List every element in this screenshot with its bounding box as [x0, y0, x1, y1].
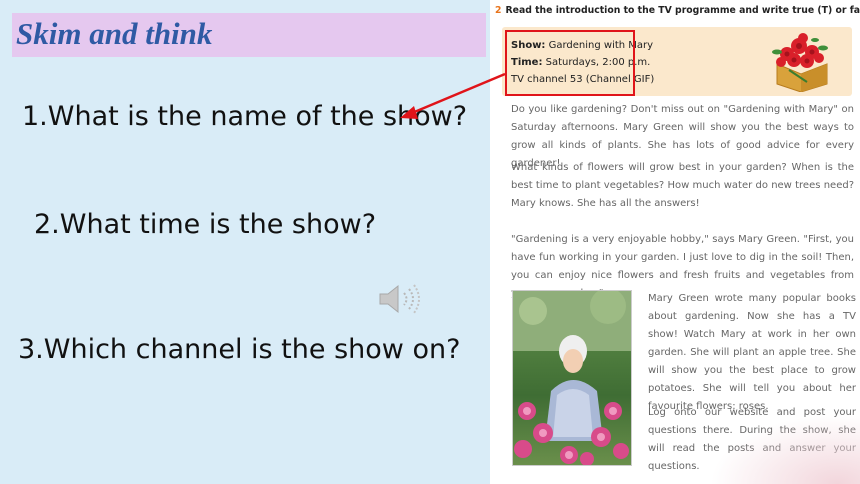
question-2: 2.What time is the show? [34, 209, 377, 240]
instruction-text: Read the introduction to the TV programm… [505, 5, 860, 16]
speaker-icon[interactable] [378, 282, 424, 316]
question-3: 3.Which channel is the show on? [18, 334, 461, 365]
flower-basket-image [772, 33, 828, 92]
gardener-photo [512, 290, 632, 466]
corner-decoration [710, 414, 860, 484]
exercise-number: 2 [495, 5, 502, 16]
highlight-box [505, 30, 635, 96]
question-1: 1.What is the name of the show? [22, 101, 468, 132]
slide-title: Skim and think [16, 16, 213, 51]
paragraph-2: What kinds of flowers will grow best in … [511, 162, 854, 209]
paragraph-4: Mary Green wrote many popular books abou… [648, 293, 856, 412]
textbook-page: 2 Read the introduction to the TV program… [490, 0, 860, 484]
exercise-instruction: 2 Read the introduction to the TV program… [495, 5, 860, 16]
